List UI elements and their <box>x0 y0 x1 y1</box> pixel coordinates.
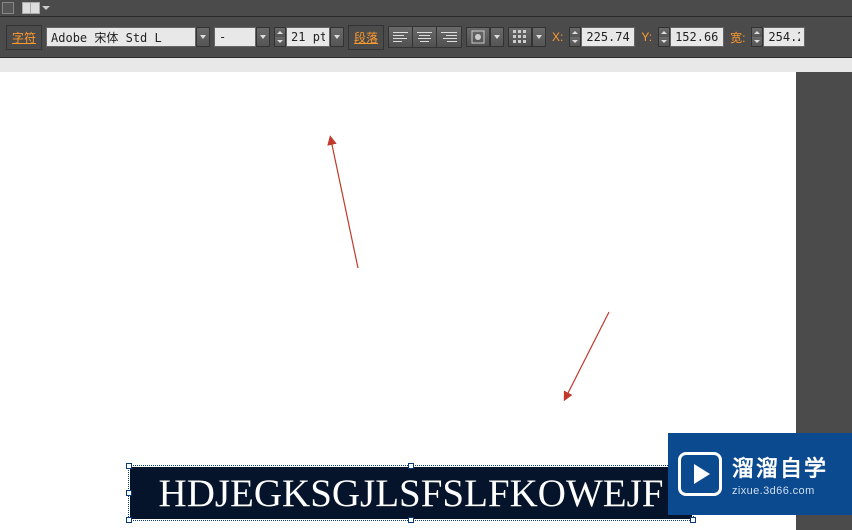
align-right-button[interactable] <box>437 27 461 47</box>
font-family-input[interactable] <box>46 27 196 47</box>
width-input[interactable] <box>763 27 805 47</box>
document-tab-icon[interactable] <box>2 2 14 14</box>
font-size-spinner[interactable] <box>274 27 286 47</box>
font-size-control[interactable] <box>274 27 344 47</box>
align-left-button[interactable] <box>389 27 413 47</box>
watermark-title: 溜溜自学 <box>732 451 828 483</box>
font-size-input[interactable] <box>286 27 330 47</box>
font-size-dropdown-button[interactable] <box>330 27 344 47</box>
width-label: 宽: <box>728 29 747 46</box>
watermark-overlay: 溜溜自学 zixue.3d66.com <box>668 433 852 515</box>
paragraph-panel-button[interactable]: 段落 <box>348 25 384 50</box>
y-coord-label: Y: <box>639 30 654 44</box>
x-coord-label: X: <box>550 30 565 44</box>
grid-dropdown-button[interactable] <box>532 27 546 47</box>
font-family-dropdown-button[interactable] <box>196 27 210 47</box>
annotation-arrow-2 <box>566 312 609 397</box>
width-spinner[interactable] <box>751 27 763 47</box>
width-control[interactable] <box>751 27 805 47</box>
font-style-dropdown-button[interactable] <box>256 27 270 47</box>
font-family-dropdown[interactable] <box>46 27 210 47</box>
ruler-strip <box>0 58 852 72</box>
y-coord-input[interactable] <box>670 27 724 47</box>
font-style-input[interactable] <box>214 27 256 47</box>
align-button-group <box>388 26 462 48</box>
play-icon <box>678 452 722 496</box>
x-coord-control[interactable] <box>569 27 635 47</box>
text-frame[interactable]: HDJEGKSGJLSFSLFKOWEJF <box>130 467 692 519</box>
character-panel-button[interactable]: 字符 <box>6 25 42 50</box>
align-center-button[interactable] <box>413 27 437 47</box>
watermark-url: zixue.3d66.com <box>732 485 828 497</box>
font-style-dropdown[interactable] <box>214 27 270 47</box>
layout-panel-icon[interactable] <box>22 2 40 14</box>
annotation-arrow-1 <box>331 140 358 268</box>
x-coord-spinner[interactable] <box>569 27 581 47</box>
opacity-dropdown-button[interactable] <box>490 27 504 47</box>
text-toolbar: 字符 段落 <box>0 16 852 58</box>
grid-icon[interactable] <box>508 27 532 47</box>
y-coord-control[interactable] <box>658 27 724 47</box>
window-tab-strip <box>0 0 852 16</box>
x-coord-input[interactable] <box>581 27 635 47</box>
opacity-icon[interactable] <box>466 27 490 47</box>
layout-dropdown-icon[interactable] <box>42 6 50 10</box>
y-coord-spinner[interactable] <box>658 27 670 47</box>
